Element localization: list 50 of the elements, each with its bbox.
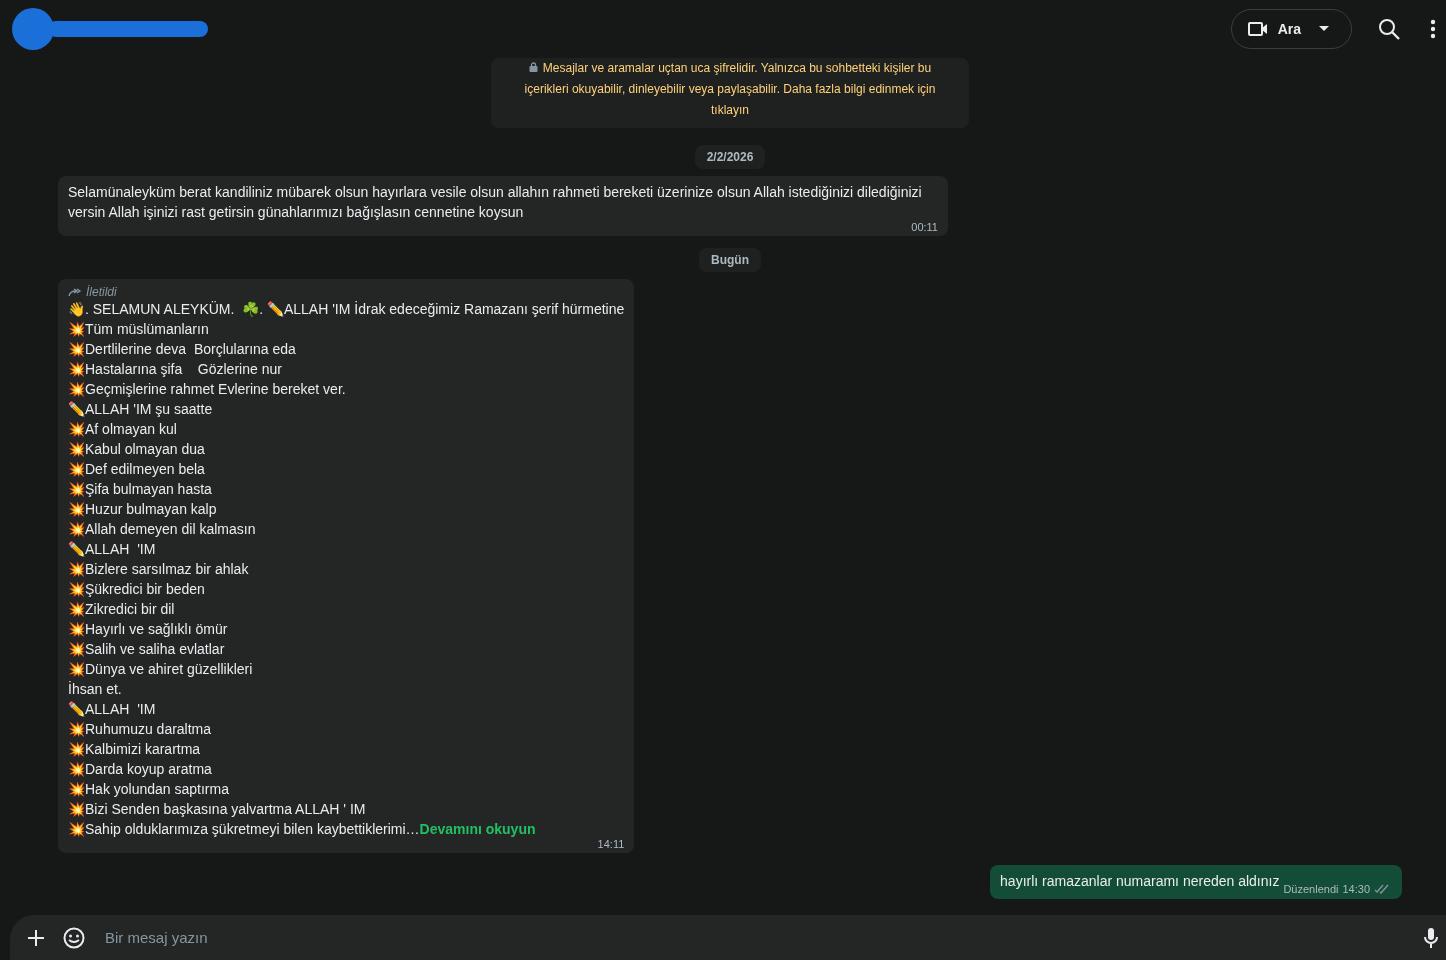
date-chip: Bugün (699, 248, 761, 272)
message-text: 💥Salih ve saliha evlatlar (68, 640, 226, 659)
message-text: 💥Af olmayan kul (68, 420, 178, 439)
message-text: 💥Bizi Senden başkasına yalvartma ALLAH ' IM (68, 800, 367, 819)
video-camera-icon (1247, 21, 1268, 37)
menu-icon[interactable] (1430, 19, 1436, 39)
date-chip: 2/2/2026 (694, 145, 766, 169)
read-more-link[interactable]: Devamını okuyun (419, 821, 536, 837)
forwarded-label: İletildi (68, 285, 625, 299)
message-text: ✏ALLAH 'IM (68, 540, 157, 559)
message-text: 💥Bizlere sarsılmaz bir ahlak (68, 560, 250, 579)
message-text: 💥Huzur bulmayan kalp (68, 500, 218, 519)
message-text: 💥Dünya ve ahiret güzellikleri (68, 660, 254, 679)
message-input[interactable]: Bir mesaj yazın (103, 928, 1406, 947)
message-text: 💥Def edilmeyen bela (68, 460, 206, 479)
message-text: 💥Sahip olduklarımıza şükretmeyi bilen kaybettiklerimi… (68, 821, 420, 837)
caret-icon (1319, 26, 1329, 32)
message-text: hayırlı ramazanlar numaramı nereden aldınız (1000, 872, 1280, 891)
message-text: İhsan et. (68, 680, 123, 699)
message-text: ✏ALLAH 'IM (68, 700, 157, 719)
search-icon[interactable] (1378, 18, 1400, 40)
message-text: 💥Hayırlı ve sağlıklı ömür (68, 620, 229, 639)
microphone-icon[interactable] (1424, 926, 1438, 949)
message-text: 💥Geçmişlerine rahmet Evlerine bereket ver. (68, 380, 347, 399)
message-text: 💥Ruhumuzu daraltma (68, 720, 213, 739)
message-text: 💥Şükredici bir beden (68, 580, 206, 599)
message-text: 💥Kalbimizi karartma (68, 740, 202, 759)
message-text: 💥Darda koyup aratma (68, 760, 213, 779)
message-text: ✏ALLAH 'IM şu saatte (68, 400, 214, 419)
message-text: 💥Zikredici bir dil (68, 600, 176, 619)
forward-icon (68, 287, 82, 297)
message-time: 14:30 (1342, 883, 1370, 895)
message-text: 👋. SELAMUN ALEYKÜM. ☘. ✏ALLAH 'IM İdrak edeceğimiz Ramazanı şerif hürmetine (68, 300, 625, 319)
message-text: 💥Tüm müslümanların (68, 320, 210, 339)
encryption-notice[interactable]: Mesajlar ve aramalar uçtan uca şifrelidir. Yalnızca bu sohbetteki kişiler bu içerikleri okuyabilir, dinleyebilir veya paylaşabilir. Daha fazla bilgi edinmek için tıklayın (491, 58, 969, 128)
message-text: 💥Hak yolundan saptırma (68, 780, 230, 799)
edited-label: Düzenlendi (1283, 883, 1339, 895)
message-text: Selamünaleyküm berat kandiliniz mübarek olsun hayırlara vesile olsun allahın rahmeti bereketi üzerinize olsun Allah istediğinizi dilediğinizi versin Allah işinizi rast getirsin günahlarımızı bağışlasın cennetine koysun (68, 183, 923, 222)
message-time: 14:11 (597, 838, 625, 850)
message-text: 💥Hastalarına şifa Gözlerine nur (68, 360, 283, 379)
sticker-icon[interactable] (63, 926, 85, 949)
message-input-field[interactable]: Bir mesaj yazın (10, 915, 1446, 960)
lock-icon (528, 62, 538, 72)
message-time: 00:11 (911, 221, 938, 233)
avatar[interactable] (12, 8, 54, 50)
message-text: 💥Allah demeyen dil kalmasın (68, 520, 257, 539)
message-text: 💥Şifa bulmayan hasta (68, 480, 213, 499)
message-text: 💥Kabul olmayan dua (68, 440, 206, 459)
message-text: 💥Dertlilerine deva Borçlularına eda (68, 340, 297, 359)
plus-icon[interactable] (27, 928, 45, 947)
